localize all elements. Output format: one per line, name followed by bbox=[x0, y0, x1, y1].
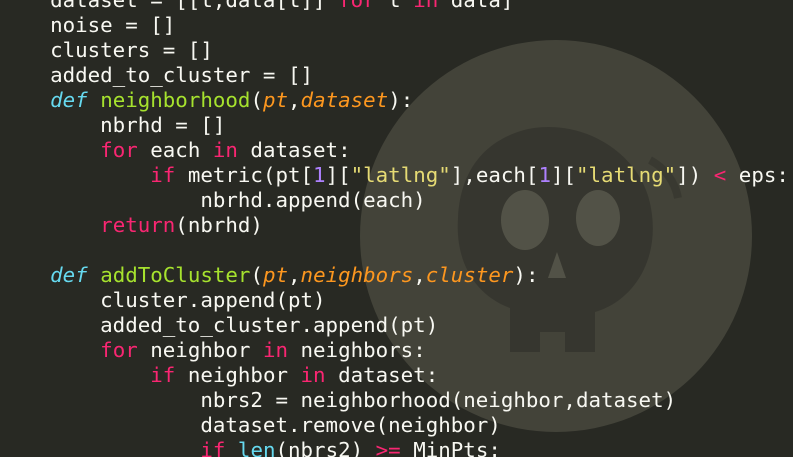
code-token-plain: each bbox=[137, 138, 213, 162]
code-token-plain: cluster.append(pt) bbox=[0, 288, 326, 312]
code-token-kw: in bbox=[262, 338, 288, 362]
code-token-kw: in bbox=[300, 363, 326, 387]
code-token-kw: for bbox=[338, 0, 376, 12]
code-token-plain: metric(pt[ bbox=[175, 163, 314, 187]
code-line[interactable]: nbrhd = [] bbox=[0, 113, 789, 138]
code-line[interactable]: dataset = [[t,data[t]] for t in data] bbox=[0, 0, 789, 13]
code-token-plain: , bbox=[413, 263, 426, 287]
code-token-plain: t bbox=[375, 0, 414, 12]
code-token-kw: in bbox=[413, 0, 439, 12]
code-token-kw: in bbox=[212, 138, 238, 162]
code-token-plain: nbrhd.append(each) bbox=[0, 188, 426, 212]
code-token-plain: added_to_cluster = [] bbox=[0, 63, 314, 87]
code-token-kw: >= bbox=[375, 438, 401, 457]
code-token-param: pt bbox=[262, 263, 289, 287]
code-token-plain: eps: bbox=[726, 163, 789, 187]
code-line[interactable]: nbrhd.append(each) bbox=[0, 188, 789, 213]
code-token-kw: if bbox=[200, 438, 226, 457]
code-line[interactable] bbox=[0, 238, 789, 263]
code-line[interactable]: for each in dataset: bbox=[0, 138, 789, 163]
code-token-kw: if bbox=[150, 363, 176, 387]
code-token-plain: dataset = [[t,data[t]] bbox=[0, 0, 339, 12]
code-token-plain: dataset: bbox=[325, 363, 439, 387]
code-line[interactable]: noise = [] bbox=[0, 13, 789, 38]
code-token-plain: (nbrs2) bbox=[275, 438, 376, 457]
code-token-plain: dataset.remove(neighbor) bbox=[0, 413, 501, 437]
code-token-plain: clusters = [] bbox=[0, 38, 213, 62]
code-token-kw: return bbox=[100, 213, 176, 237]
code-line[interactable]: clusters = [] bbox=[0, 38, 789, 63]
code-token-plain: neighbors: bbox=[288, 338, 426, 362]
code-token-param: cluster bbox=[425, 263, 514, 287]
code-line[interactable]: if len(nbrs2) >= MinPts: bbox=[0, 438, 789, 457]
code-token-plain: noise = [] bbox=[0, 13, 176, 37]
code-token-plain: ): bbox=[388, 88, 414, 112]
code-token-plain: , bbox=[288, 88, 301, 112]
code-token-plain: data] bbox=[438, 0, 514, 12]
code-token-param: pt bbox=[262, 88, 289, 112]
code-token-kw: if bbox=[150, 163, 176, 187]
code-token-num: 1 bbox=[538, 163, 551, 187]
code-line[interactable]: added_to_cluster = [] bbox=[0, 63, 789, 88]
code-token-def: def bbox=[50, 88, 88, 112]
code-token-plain: ],each[ bbox=[450, 163, 539, 187]
code-line[interactable]: if metric(pt[1]["latlng"],each[1]["latln… bbox=[0, 163, 789, 188]
code-token-fn: addToCluster bbox=[100, 263, 251, 287]
code-token-plain: neighbor bbox=[175, 363, 301, 387]
code-token-plain: ( bbox=[250, 88, 263, 112]
code-token-kw: for bbox=[100, 138, 138, 162]
code-token-builtin: len bbox=[237, 438, 276, 457]
code-line[interactable]: def neighborhood(pt,dataset): bbox=[0, 88, 789, 113]
code-token-plain: (nbrhd) bbox=[175, 213, 263, 237]
code-token-kw: < bbox=[713, 163, 727, 187]
code-token-plain: neighbor bbox=[137, 338, 263, 362]
code-token-plain: ( bbox=[250, 263, 263, 287]
code-line[interactable]: if neighbor in dataset: bbox=[0, 363, 789, 388]
code-token-plain: added_to_cluster.append(pt) bbox=[0, 313, 439, 337]
code-line[interactable]: cluster.append(pt) bbox=[0, 288, 789, 313]
code-token-num: 1 bbox=[313, 163, 326, 187]
code-line[interactable]: nbrs2 = neighborhood(neighbor,dataset) bbox=[0, 388, 789, 413]
code-token-plain: nbrs2 = neighborhood(neighbor,dataset) bbox=[0, 388, 677, 412]
code-token-param: neighbors bbox=[300, 263, 414, 287]
code-token-plain: ][ bbox=[550, 163, 577, 187]
code-token-plain: dataset: bbox=[237, 138, 351, 162]
code-token-plain: , bbox=[288, 263, 301, 287]
code-token-plain: ]) bbox=[676, 163, 714, 187]
code-line[interactable]: dataset.remove(neighbor) bbox=[0, 413, 789, 438]
code-token-def: def bbox=[50, 263, 88, 287]
code-token-str: "latlng" bbox=[576, 163, 677, 187]
code-token-plain: nbrhd = [] bbox=[0, 113, 226, 137]
code-line[interactable]: for neighbor in neighbors: bbox=[0, 338, 789, 363]
code-line[interactable]: def addToCluster(pt,neighbors,cluster): bbox=[0, 263, 789, 288]
code-editor[interactable]: dataset = [[t,data[t]] for t in data] no… bbox=[0, 0, 793, 457]
code-token-param: dataset bbox=[300, 88, 389, 112]
code-line[interactable]: added_to_cluster.append(pt) bbox=[0, 313, 789, 338]
code-token-kw: for bbox=[100, 338, 138, 362]
code-token-fn: neighborhood bbox=[100, 88, 251, 112]
code-line[interactable]: return(nbrhd) bbox=[0, 213, 789, 238]
code-token-plain: MinPts: bbox=[400, 438, 501, 457]
code-content[interactable]: dataset = [[t,data[t]] for t in data] no… bbox=[0, 0, 789, 457]
code-token-plain: ][ bbox=[325, 163, 351, 187]
code-token-plain: ): bbox=[513, 263, 539, 287]
code-token-str: "latlng" bbox=[350, 163, 451, 187]
